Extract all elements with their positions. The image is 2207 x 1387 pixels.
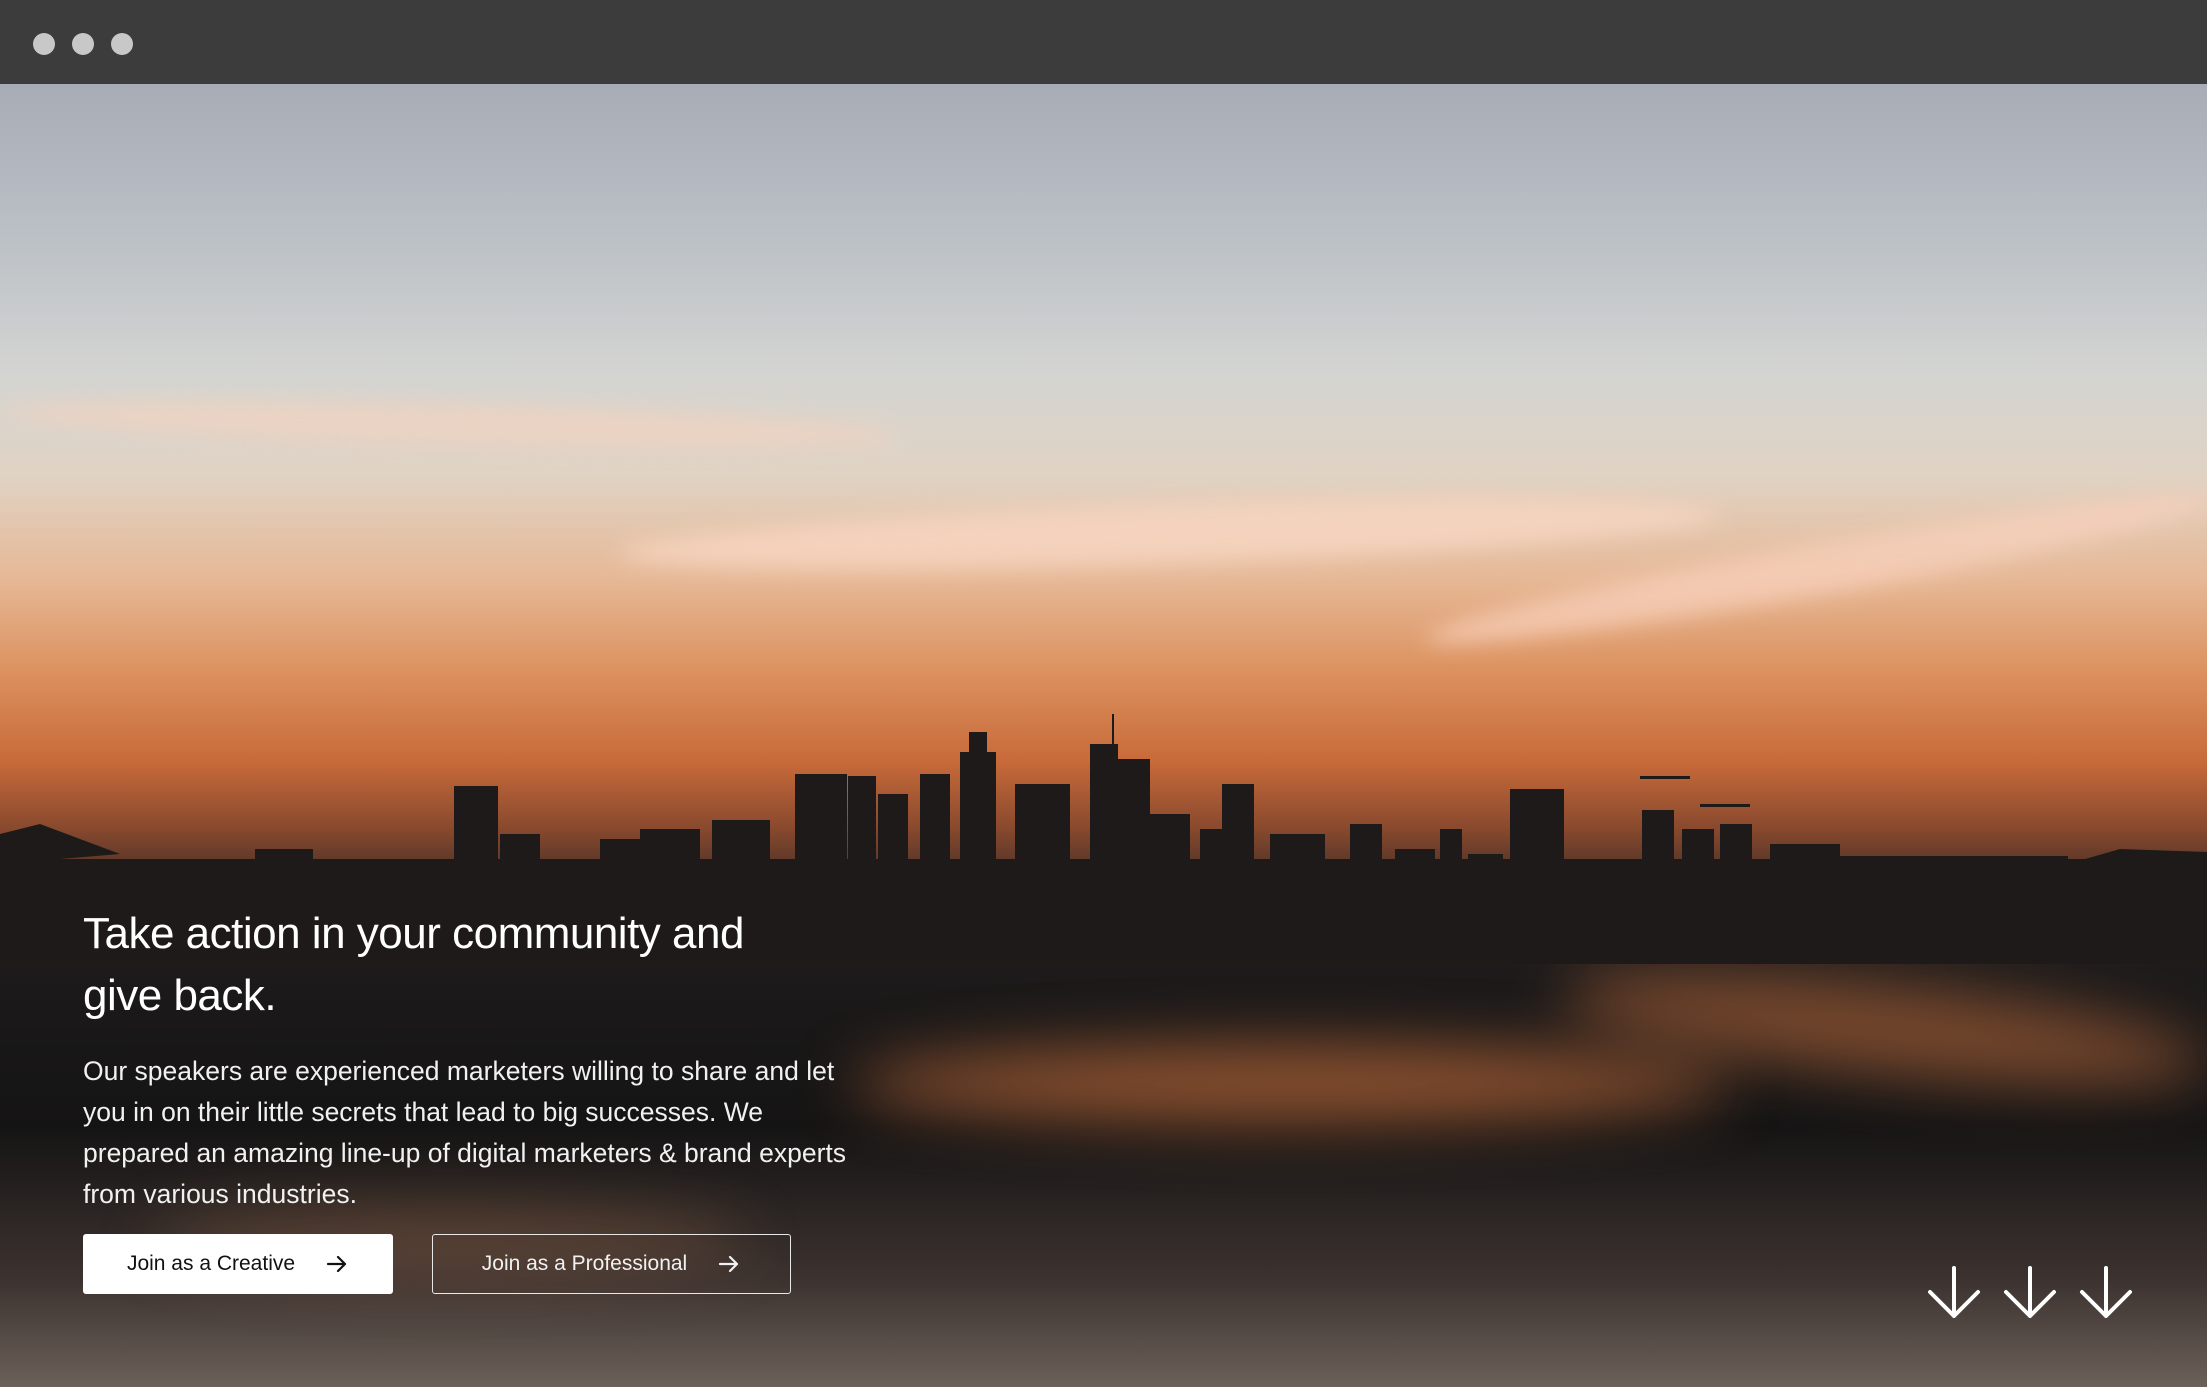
cloud bbox=[0, 392, 901, 456]
hero-description: Our speakers are experienced marketers w… bbox=[83, 1056, 847, 1209]
hero-section: Take action in your community and give b… bbox=[0, 84, 2207, 1387]
window-close-button[interactable] bbox=[33, 33, 55, 55]
join-professional-label: Join as a Professional bbox=[481, 1252, 688, 1275]
light-reflection bbox=[850, 1044, 1730, 1124]
hero-headline: Take action in your community and give b… bbox=[83, 909, 744, 1020]
arrow-down-icon bbox=[2004, 1266, 2056, 1318]
join-creative-label: Join as a Creative bbox=[126, 1252, 296, 1275]
window-minimize-button[interactable] bbox=[72, 33, 94, 55]
window-titlebar bbox=[0, 0, 2207, 84]
scroll-down-indicator[interactable] bbox=[1925, 1264, 2135, 1322]
cloud bbox=[619, 484, 1721, 584]
arrow-right-icon bbox=[719, 1255, 739, 1273]
join-professional-button[interactable]: Join as a Professional bbox=[432, 1234, 791, 1294]
arrow-right-icon bbox=[326, 1255, 347, 1273]
arrow-down-icon bbox=[2080, 1266, 2132, 1318]
join-creative-button[interactable]: Join as a Creative bbox=[83, 1234, 393, 1294]
arrow-down-icon bbox=[1928, 1266, 1980, 1318]
window-maximize-button[interactable] bbox=[111, 33, 133, 55]
